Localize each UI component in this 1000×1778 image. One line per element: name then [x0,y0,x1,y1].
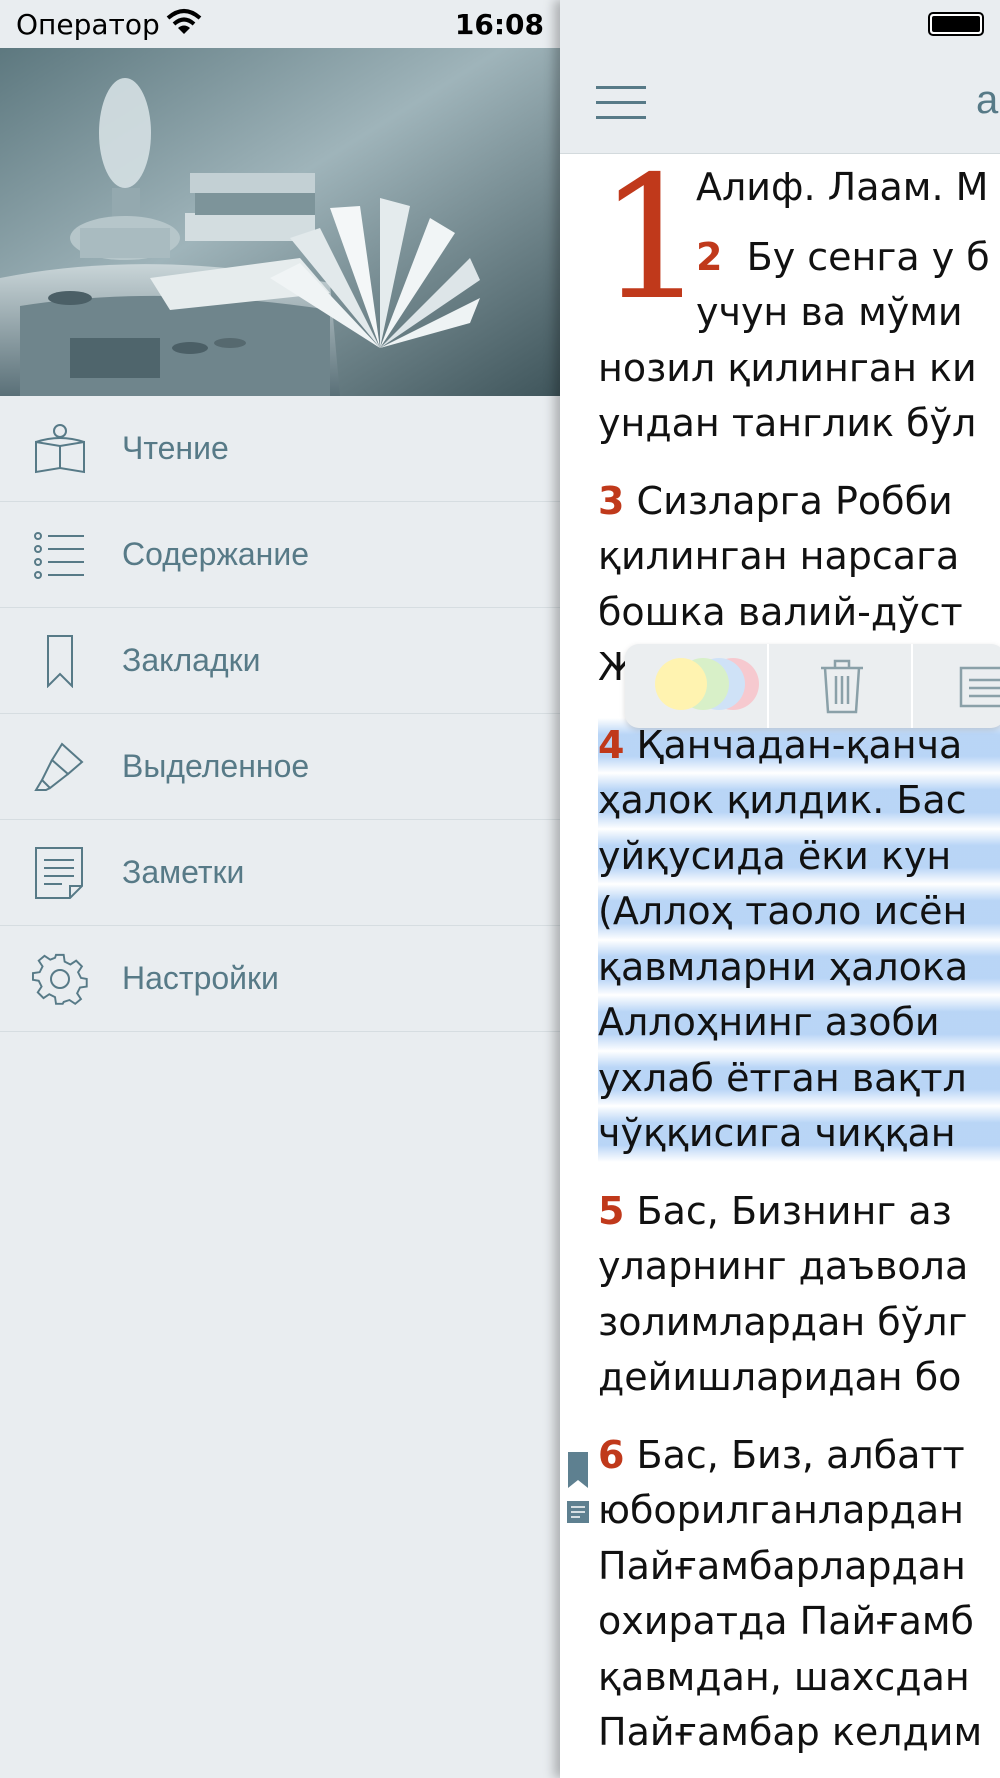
menu-item-bookmarks[interactable]: Закладки [0,608,560,714]
bookmark-marker-icon[interactable] [566,1452,590,1492]
battery-icon [928,12,984,36]
status-bar: Оператор 16:08 [0,0,560,48]
verse-line: Аллоҳнинг азоби [598,1000,940,1044]
note-marker-icon[interactable] [566,1500,590,1526]
verse-line: ухлаб ётган вақтл [598,1055,967,1100]
hamburger-menu-icon[interactable] [596,86,646,120]
gear-icon [32,953,88,1006]
verse-line: ҳалок қилдик. Бас [598,778,967,822]
menu-item-label: Чтение [122,430,229,466]
selection-toolbar [625,644,1000,728]
verse-4-highlighted[interactable]: 4 Қанчадан-қанча ҳалок қилдик. Бас уйқус… [598,717,1000,1162]
verse-6[interactable]: 6 Бас, Биз, албатт юборилганлардан Пайға… [598,1428,1000,1761]
verse-line: (Аллоҳ таоло исён [598,889,968,933]
menu-item-reading[interactable]: Чтение [0,396,560,502]
verse-line: ундан танглик бўл [598,401,977,445]
verse-line: Бу сенга у б [746,234,990,279]
verse-line: қавмдан, шахсдан [598,1654,970,1699]
status-time: 16:08 [454,8,544,41]
verse-line: золимлардан бўлг [598,1299,968,1344]
verse-line: юборилганлардан [598,1488,964,1532]
menu-item-label: Выделенное [122,748,310,784]
verse-line: Бас, Бизнинг аз [636,1188,952,1233]
verse-line: нозил қилинган ки [598,345,977,390]
drawer-menu: Чтение Содержание Закладки Выделенное За… [0,396,560,1032]
still-life-books-lamp-image [0,48,560,396]
menu-item-label: Настройки [122,960,279,996]
menu-item-contents[interactable]: Содержание [0,502,560,608]
verse-5[interactable]: 5 Бас, Бизнинг аз уларнинг даъвола золим… [598,1184,1000,1406]
menu-item-notes[interactable]: Заметки [0,820,560,926]
wifi-icon [166,9,202,34]
hero-image [0,48,560,396]
verse-number: 4 [598,722,625,767]
add-note-icon[interactable] [959,666,1000,708]
verse-number: 6 [598,1432,625,1477]
highlighter-icon [34,742,84,791]
highlight-color-picker[interactable] [655,658,765,714]
verse-number: 3 [598,478,625,523]
trash-icon[interactable] [819,658,865,714]
verse-line: қавмларни ҳалока [598,944,969,989]
verse-line: бошка валий-дўст [598,589,963,634]
verse-line: уйқусида ёки кун [598,833,952,878]
highlight-color-yellow[interactable] [655,658,707,710]
verse-number: 5 [598,1188,625,1233]
reader-title: a [976,78,999,122]
list-icon [34,532,84,579]
verse-line: Қанчадан-қанча [636,722,963,767]
reader-navbar: a [560,48,1000,154]
menu-item-highlights[interactable]: Выделенное [0,714,560,820]
menu-item-settings[interactable]: Настройки [0,926,560,1032]
verse-1[interactable]: 1 Алиф. Лаам. М 2 Бу сенга у б учун ва м… [598,154,1000,452]
verse-line: қилинган нарсага [598,534,960,578]
menu-item-label: Содержание [122,536,310,572]
verse-line: Пайғамбар келдим [598,1710,983,1754]
reader-panel[interactable]: a 1 Алиф. Лаам. М 2 Бу сенга у б учун ва… [560,0,1000,1778]
carrier-label: Оператор [16,8,160,41]
reader-status-bar [560,0,1000,48]
bookmark-icon [47,635,73,688]
open-book-icon [35,424,85,474]
verse-line: дейишларидан бо [598,1355,962,1399]
verse-line: уларнинг даъвола [598,1244,969,1288]
verse-line: Бас, Биз, албатт [636,1432,965,1477]
menu-item-label: Заметки [122,854,245,890]
verse-line: охиратда Пайғамб [598,1599,974,1643]
verse-line: чўққисига чиққан [598,1111,956,1155]
menu-item-label: Закладки [122,642,261,678]
verse-line: Пайғамбарлардан [598,1543,966,1588]
note-icon [35,847,83,899]
side-drawer: Оператор 16:08 Чтение Содержание Закладк… [0,0,560,1778]
verse-line: Сизларга Робби [636,478,953,523]
verse-line: Алиф. Лаам. М [696,165,989,209]
chapter-text[interactable]: 1 Алиф. Лаам. М 2 Бу сенга у б учун ва м… [598,154,1000,1778]
verse-line: учун ва мўми [696,290,963,334]
chapter-number-dropcap: 1 [598,140,707,338]
verse-6-markers [566,1452,590,1530]
